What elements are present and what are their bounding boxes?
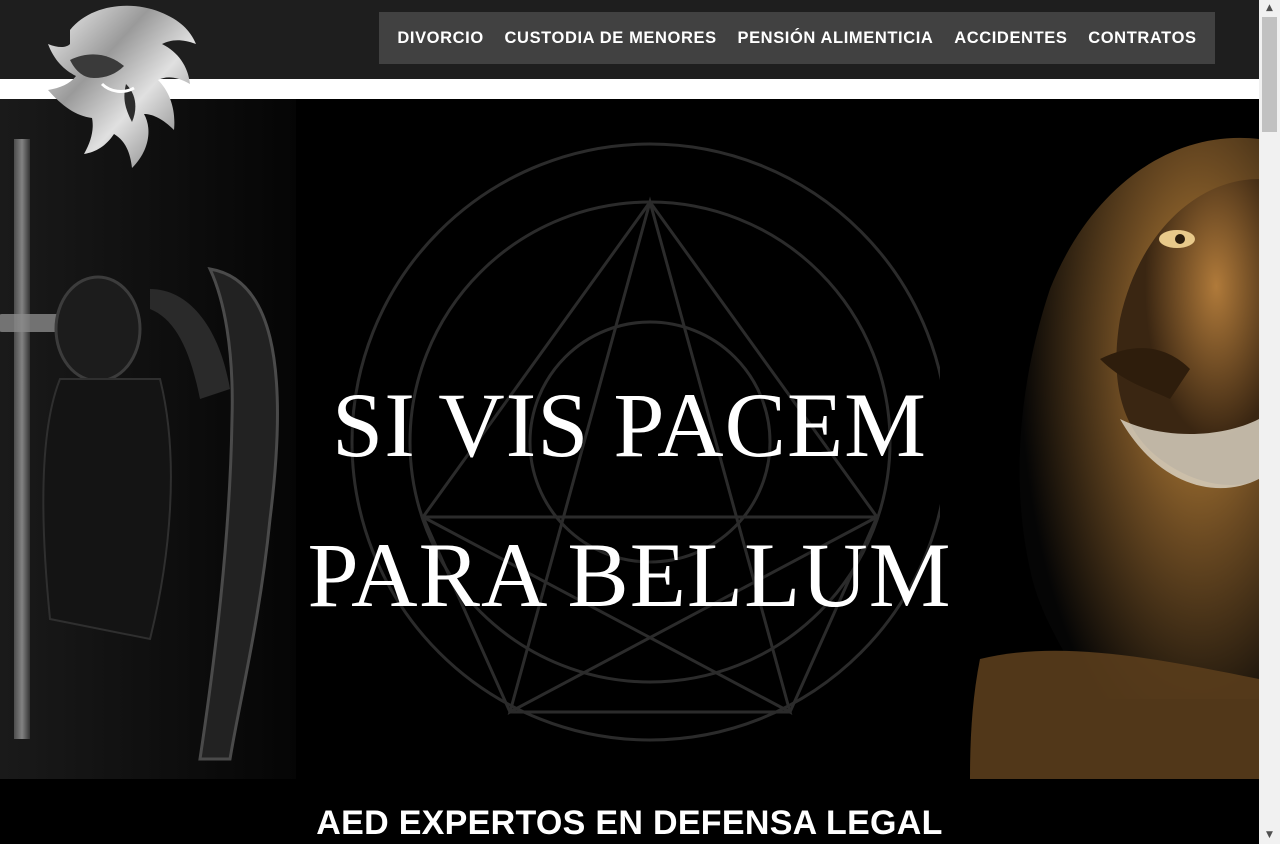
- hero-headline-line-2: PARA BELLUM: [307, 523, 952, 626]
- main-nav: DIVORCIO CUSTODIA DE MENORES PENSIÓN ALI…: [379, 12, 1215, 64]
- page: DIVORCIO CUSTODIA DE MENORES PENSIÓN ALI…: [0, 0, 1259, 844]
- triangle-up-icon[interactable]: ▲: [1259, 0, 1280, 17]
- page-scrollbar[interactable]: ▲ ▼: [1259, 0, 1280, 844]
- nav-item-accidentes[interactable]: ACCIDENTES: [954, 29, 1067, 48]
- section-title: AED EXPERTOS EN DEFENSA LEGAL: [316, 804, 943, 842]
- nav-item-custodia-de-menores[interactable]: CUSTODIA DE MENORES: [505, 29, 717, 48]
- nav-item-pension-alimenticia[interactable]: PENSIÓN ALIMENTICIA: [737, 29, 933, 48]
- triangle-down-icon[interactable]: ▼: [1259, 827, 1280, 844]
- lion-logo-icon[interactable]: [40, 0, 202, 172]
- nav-item-divorcio[interactable]: DIVORCIO: [397, 29, 483, 48]
- scrollbar-thumb[interactable]: [1262, 17, 1277, 132]
- hero-banner: SI VIS PACEM PARA BELLUM: [0, 99, 1259, 779]
- hero-headline-line-1: SI VIS PACEM: [332, 373, 927, 476]
- nav-item-contratos[interactable]: CONTRATOS: [1088, 29, 1196, 48]
